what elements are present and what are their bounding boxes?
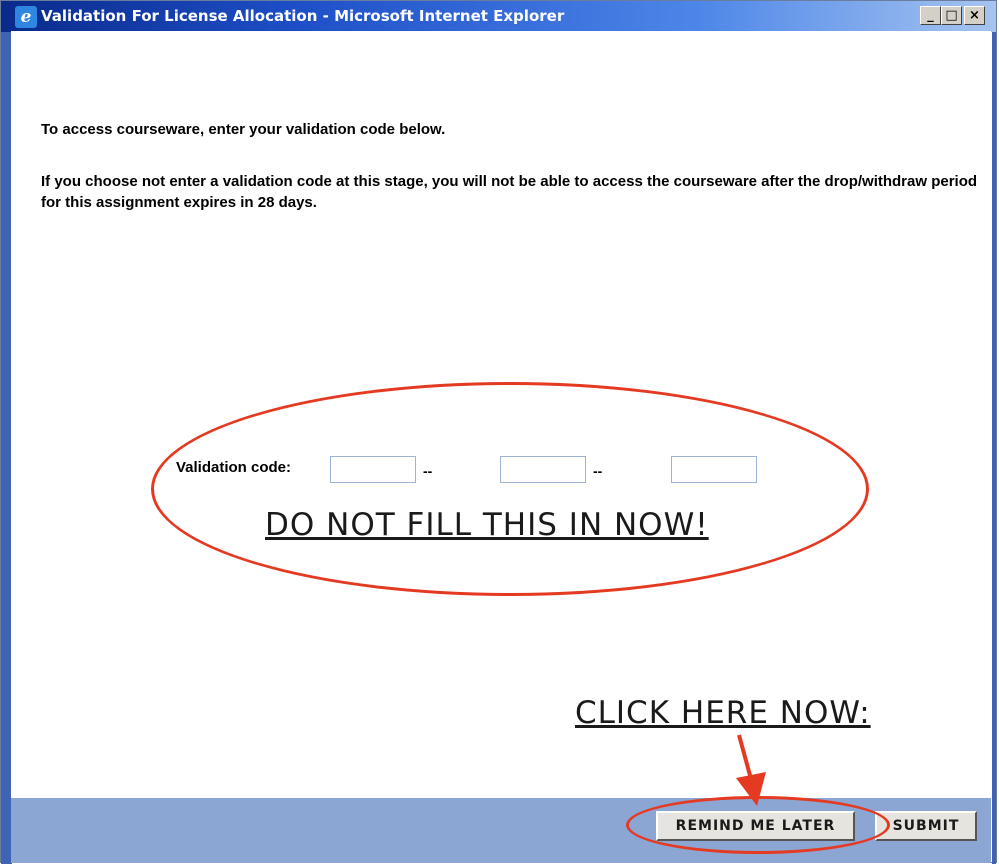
do-not-fill-annotation: DO NOT FILL THIS IN NOW! <box>265 507 709 543</box>
page-content: To access courseware, enter your validat… <box>11 31 991 798</box>
minimize-button[interactable]: _ <box>920 6 941 25</box>
title-bar[interactable]: e Validation For License Allocation - Mi… <box>1 1 996 32</box>
warning-text: If you choose not enter a validation cod… <box>41 173 978 211</box>
window-frame-right <box>992 32 996 864</box>
button-highlight-ellipse <box>626 796 890 854</box>
submit-button[interactable]: SUBMIT <box>875 811 977 841</box>
instruction-text: To access courseware, enter your validat… <box>41 121 446 138</box>
window-title: Validation For License Allocation - Micr… <box>41 7 565 25</box>
maximize-button[interactable]: □ <box>941 6 962 25</box>
highlight-ellipse <box>151 382 869 596</box>
internet-explorer-icon: e <box>15 6 37 28</box>
close-button[interactable]: × <box>964 6 985 25</box>
click-here-annotation: CLICK HERE NOW: <box>575 695 871 731</box>
